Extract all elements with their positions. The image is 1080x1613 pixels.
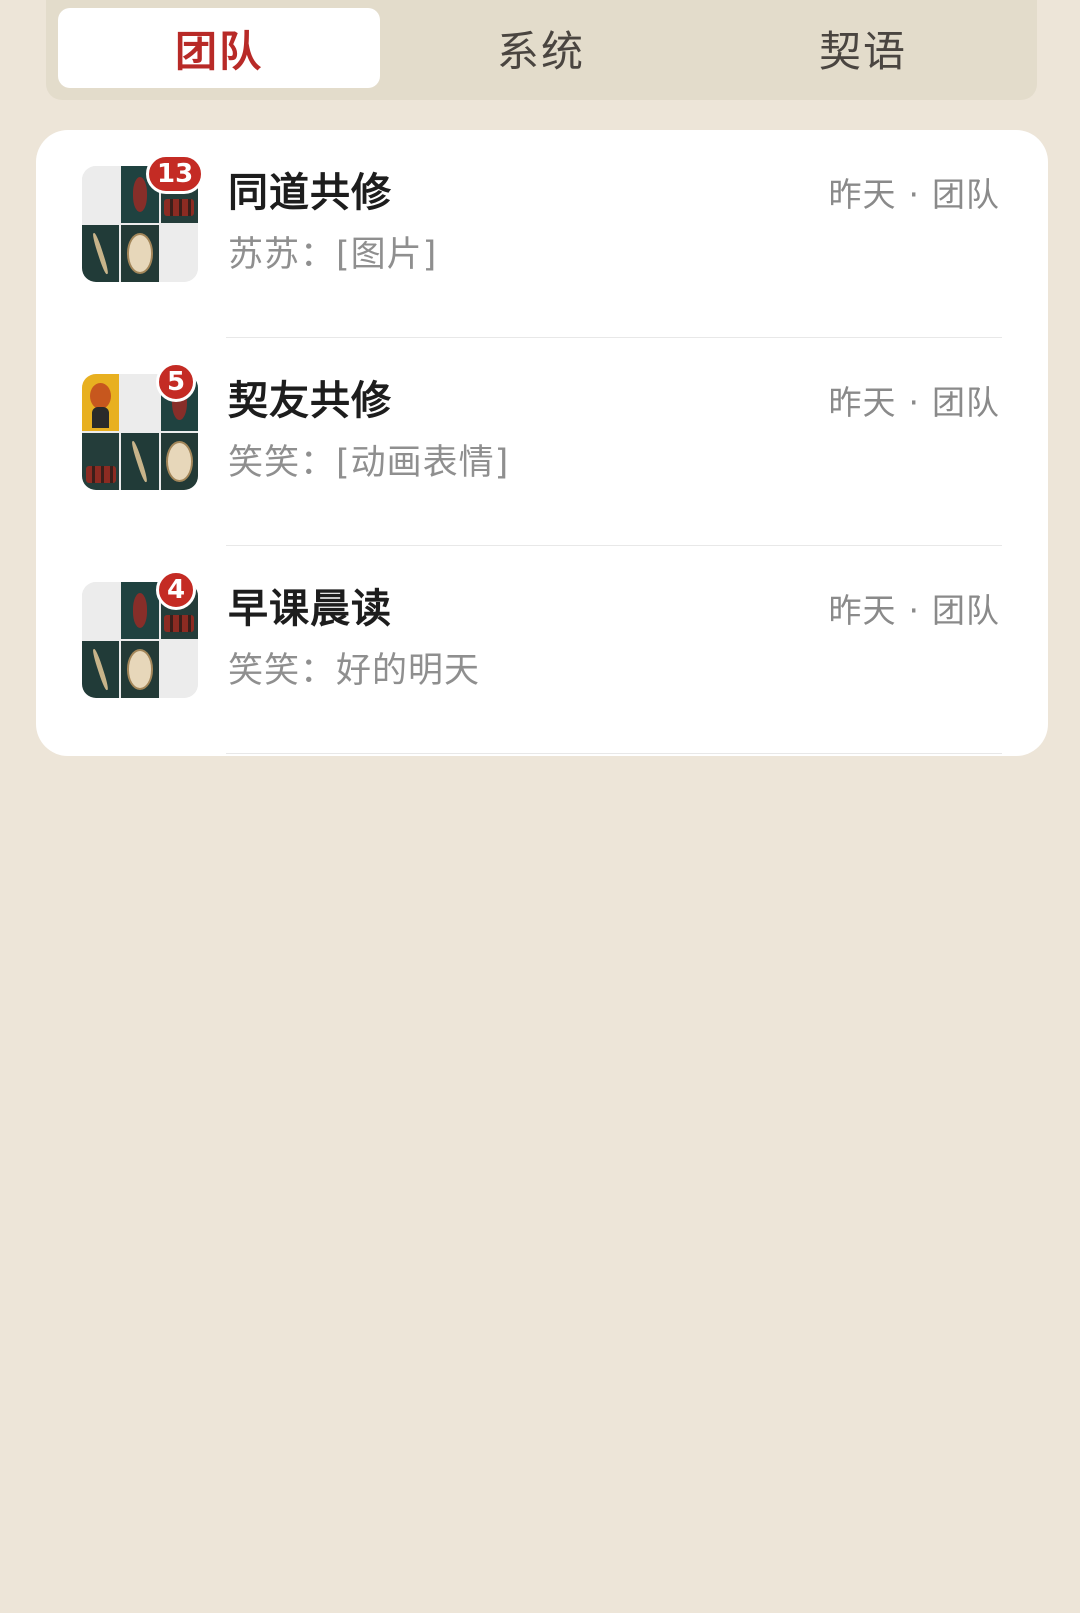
- conversation-item[interactable]: 5 契友共修 笑笑：[动画表情] 昨天 · 团队: [36, 338, 1048, 546]
- conversation-meta: 昨天 · 团队: [829, 376, 1001, 424]
- avatar-tile: [160, 433, 198, 490]
- message-preview: 笑笑：[动画表情]: [228, 443, 510, 483]
- avatar-tile: [121, 225, 159, 282]
- conversation-meta: 昨天 · 团队: [829, 168, 1001, 216]
- avatar-tile: [82, 582, 120, 639]
- unread-badge: 13: [146, 154, 205, 194]
- separator-dot: ·: [908, 175, 920, 214]
- conversation-item[interactable]: 13 同道共修 苏苏：[图片] 昨天 · 团队: [36, 130, 1048, 338]
- avatar-tile: [82, 433, 120, 490]
- tab-bar: 团队 系统 契语: [46, 0, 1037, 100]
- conversation-title: 同道共修: [228, 170, 392, 216]
- conversation-title: 早课晨读: [228, 586, 392, 632]
- avatar-tile: [121, 641, 159, 698]
- separator-dot: ·: [908, 591, 920, 630]
- divider: [226, 753, 1002, 754]
- timestamp: 昨天: [828, 591, 897, 630]
- avatar-tile: [121, 433, 159, 490]
- category-label: 团队: [932, 175, 1000, 214]
- tab-system[interactable]: 系统: [380, 8, 702, 88]
- message-preview: 苏苏：[图片]: [228, 235, 438, 275]
- avatar-tile: [121, 374, 159, 431]
- unread-badge: 5: [156, 362, 197, 402]
- conversation-list: 13 同道共修 苏苏：[图片] 昨天 · 团队 5 契友共修 笑笑：[动画表情] 昨…: [36, 130, 1048, 756]
- avatar-tile: [160, 641, 198, 698]
- tab-qiyu[interactable]: 契语: [702, 8, 1024, 88]
- conversation-item[interactable]: 4 早课晨读 笑笑：好的明天 昨天 · 团队: [36, 546, 1048, 754]
- category-label: 团队: [932, 591, 1000, 630]
- conversation-title: 契友共修: [228, 378, 392, 424]
- tab-team[interactable]: 团队: [58, 8, 380, 88]
- avatar-tile: [82, 641, 120, 698]
- timestamp: 昨天: [828, 175, 897, 214]
- avatar-tile: [121, 582, 159, 639]
- timestamp: 昨天: [828, 383, 897, 422]
- avatar-tile: [82, 374, 120, 431]
- avatar-tile: [82, 225, 120, 282]
- separator-dot: ·: [908, 383, 920, 422]
- avatar-tile: [82, 166, 120, 223]
- category-label: 团队: [932, 383, 1000, 422]
- avatar-tile: [160, 225, 198, 282]
- conversation-meta: 昨天 · 团队: [829, 584, 1001, 632]
- unread-badge: 4: [156, 570, 197, 610]
- message-preview: 笑笑：好的明天: [228, 651, 481, 691]
